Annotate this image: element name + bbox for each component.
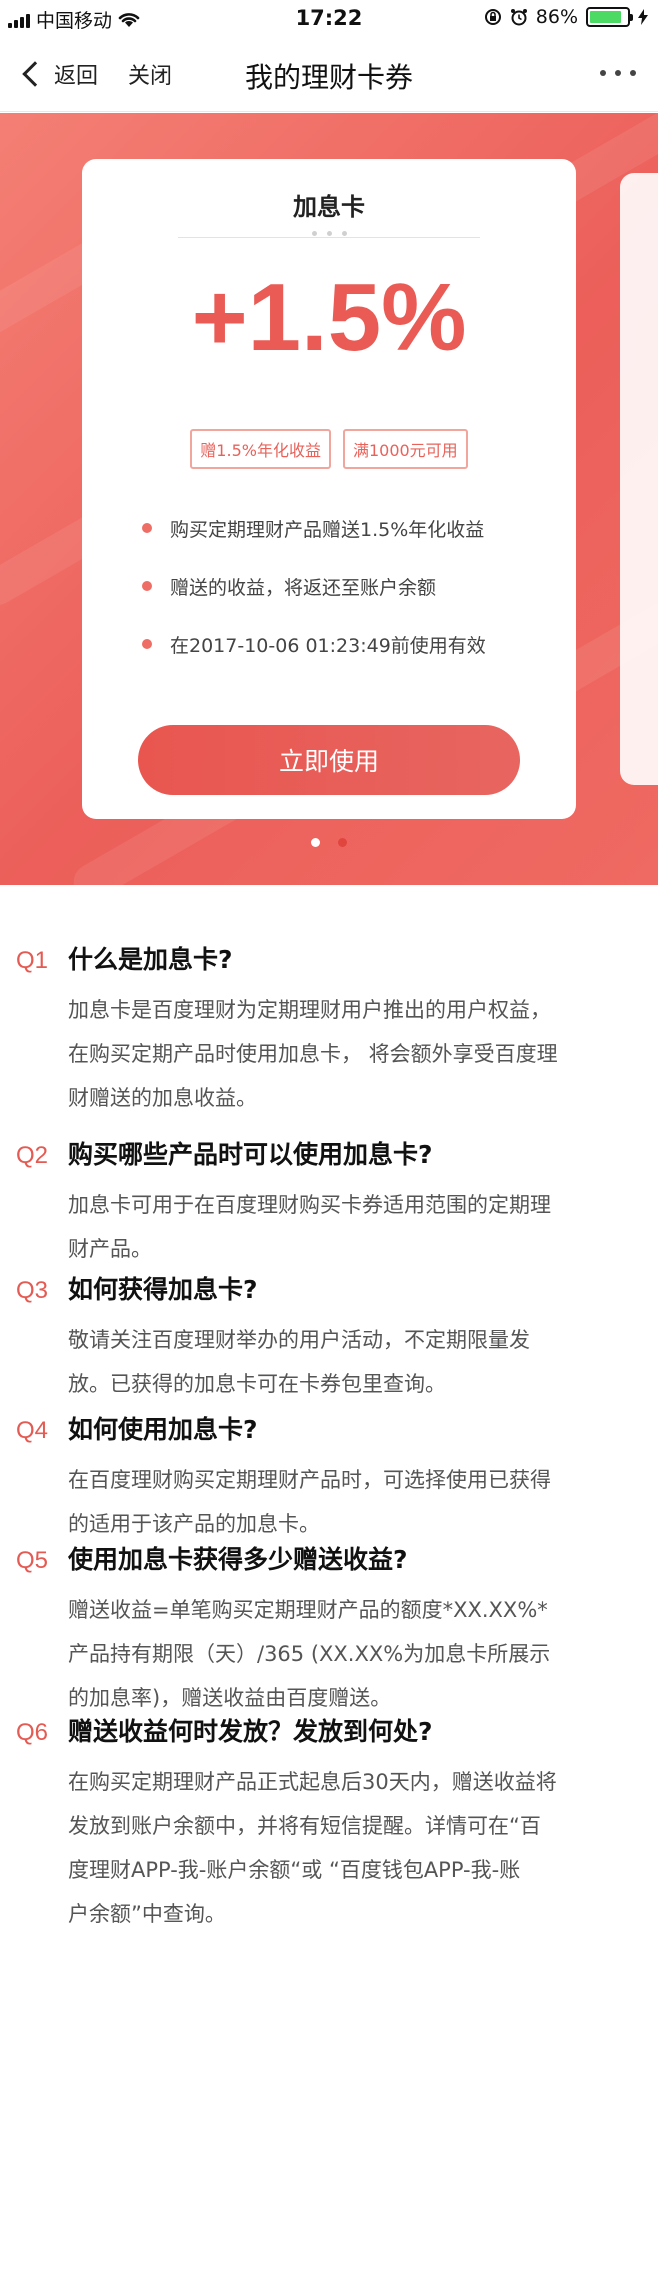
faq-answer-line: 敬请关注百度理财举办的用户活动，不定期限量发 (68, 1328, 530, 1352)
faq-number: Q5 (16, 1547, 49, 1574)
faq-question: Q2 购买哪些产品时可以使用加息卡? (16, 1135, 433, 1171)
battery-percent: 86% (535, 6, 578, 28)
pager-dot[interactable] (338, 838, 347, 847)
faq-question: Q1 什么是加息卡? (16, 940, 233, 976)
faq-question-text: 赠送收益何时发放？发放到何处? (68, 1717, 433, 1746)
faq-number: Q6 (16, 1719, 49, 1746)
faq-answer: 在购买定期理财产品正式起息后30天内，赠送收益将 发放到账户余额中，并将有短信提醒… (68, 1760, 642, 1936)
rule-text: 赠送的收益，将返还至账户余额 (170, 576, 437, 599)
faq-answer: 敬请关注百度理财举办的用户活动，不定期限量发 放。已获得的加息卡可在卡券包里查询。 (68, 1318, 642, 1406)
faq-answer-line: 财赠送的加息收益。 (68, 1086, 257, 1110)
faq-number: Q3 (16, 1277, 49, 1304)
battery-icon (586, 7, 633, 27)
carousel-pager[interactable] (0, 838, 658, 847)
faq-answer-line: 赠送收益=单笔购买定期理财产品的额度*XX.XX%* (68, 1598, 548, 1622)
status-bar: 中国移动 17:22 86% (0, 0, 658, 40)
faq-answer-line: 在购买定期产品时使用加息卡， 将会额外享受百度理 (68, 1042, 558, 1066)
card-title: 加息卡 (293, 193, 365, 221)
bullet-icon (142, 581, 152, 591)
faq-answer-line: 在购买定期理财产品正式起息后30天内，赠送收益将 (68, 1770, 557, 1794)
faq-question: Q4 如何使用加息卡? (16, 1410, 258, 1446)
faq-number: Q1 (16, 947, 49, 974)
faq-question-text: 如何使用加息卡? (68, 1415, 258, 1444)
faq-answer: 赠送收益=单笔购买定期理财产品的额度*XX.XX%* 产品持有期限（天）/365 … (68, 1588, 642, 1720)
bullet-icon (142, 639, 152, 649)
card-divider-dots (82, 231, 576, 236)
interest-rate: +1.5% (191, 264, 467, 371)
page-title: 我的理财卡券 (244, 61, 413, 94)
faq-answer-line: 加息卡是百度理财为定期理财用户推出的用户权益， (68, 998, 551, 1022)
card-divider (178, 237, 480, 238)
bullet-icon (142, 523, 152, 533)
faq-question: Q6 赠送收益何时发放？发放到何处? (16, 1712, 433, 1748)
faq-answer-line: 在百度理财购买定期理财产品时，可选择使用已获得 (68, 1468, 551, 1492)
faq-question-text: 如何获得加息卡? (68, 1275, 258, 1304)
faq-answer-line: 户余额”中查询。 (68, 1902, 226, 1926)
list-item: 在2017-10-06 01:23:49前使用有效 (142, 615, 546, 673)
faq-answer-line: 度理财APP-我-账户余额“或 “百度钱包APP-我-账 (68, 1858, 521, 1882)
rule-text: 购买定期理财产品赠送1.5%年化收益 (170, 518, 485, 541)
ellipsis-icon (600, 70, 606, 76)
faq-answer: 加息卡是百度理财为定期理财用户推出的用户权益， 在购买定期产品时使用加息卡， 将会… (68, 988, 642, 1120)
faq-question-text: 使用加息卡获得多少赠送收益? (68, 1545, 408, 1574)
tag-bonus-yield: 赠1.5%年化收益 (190, 429, 331, 469)
card-rules: 购买定期理财产品赠送1.5%年化收益 赠送的收益，将返还至账户余额 在2017-… (142, 499, 546, 673)
tag-minimum-amount: 满1000元可用 (342, 429, 468, 469)
faq-answer-line: 放。已获得的加息卡可在卡券包里查询。 (68, 1372, 446, 1396)
faq-question: Q5 使用加息卡获得多少赠送收益? (16, 1540, 408, 1576)
faq-number: Q4 (16, 1417, 49, 1444)
alarm-icon (510, 9, 527, 26)
faq-question: Q3 如何获得加息卡? (16, 1270, 258, 1306)
next-coupon-card-peek[interactable] (620, 173, 658, 785)
use-now-button[interactable]: 立即使用 (138, 725, 520, 795)
coupon-banner[interactable]: 加息卡 +1.5% 赠1.5%年化收益 满1000元可用 购买定期理财产品赠送1… (0, 113, 658, 885)
more-button[interactable] (600, 70, 636, 76)
coupon-card: 加息卡 +1.5% 赠1.5%年化收益 满1000元可用 购买定期理财产品赠送1… (82, 159, 576, 819)
faq-answer-line: 发放到账户余额中，并将有短信提醒。详情可在“百 (68, 1814, 541, 1838)
faq-answer-line: 财产品。 (68, 1237, 152, 1261)
faq-question-text: 什么是加息卡? (68, 945, 233, 974)
rule-text: 在2017-10-06 01:23:49前使用有效 (170, 634, 486, 657)
list-item: 赠送的收益，将返还至账户余额 (142, 557, 546, 615)
status-right: 86% (484, 6, 648, 28)
rotation-lock-icon (484, 9, 501, 25)
faq-answer-line: 产品持有期限（天）/365 (XX.XX%为加息卡所展示 (68, 1642, 551, 1666)
faq-answer: 在百度理财购买定期理财产品时，可选择使用已获得 的适用于该产品的加息卡。 (68, 1458, 642, 1546)
nav-bar: 返回 关闭 我的理财卡券 (0, 40, 658, 112)
faq-number: Q2 (16, 1142, 49, 1169)
faq-question-text: 购买哪些产品时可以使用加息卡? (68, 1140, 433, 1169)
pager-dot-active[interactable] (311, 838, 320, 847)
faq-answer: 加息卡可用于在百度理财购买卡券适用范围的定期理 财产品。 (68, 1183, 642, 1271)
list-item: 购买定期理财产品赠送1.5%年化收益 (142, 499, 546, 557)
faq-answer-line: 加息卡可用于在百度理财购买卡券适用范围的定期理 (68, 1193, 551, 1217)
card-tags: 赠1.5%年化收益 满1000元可用 (82, 429, 576, 469)
charging-icon (638, 9, 648, 25)
